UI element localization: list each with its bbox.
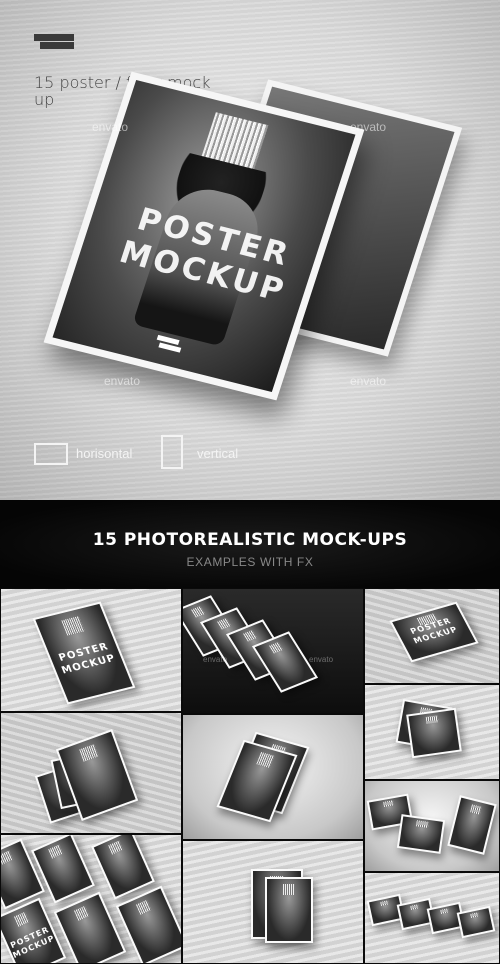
tile-watermark-1: envato bbox=[203, 655, 228, 664]
preview-tile-1: POSTER MOCKUP bbox=[0, 588, 182, 712]
feature-banner: 15 PHOTOREALISTIC MOCK-UPS EXAMPLES WITH… bbox=[0, 500, 500, 588]
preview-tile-7: POSTER MOCKUP bbox=[0, 834, 182, 964]
hero-preview: 15 poster / flyer mock up POSTER MOCKUP … bbox=[0, 0, 500, 500]
preview-tile-10 bbox=[364, 872, 500, 964]
vertical-orientation-icon bbox=[161, 435, 183, 469]
tile-scatter-c bbox=[447, 795, 497, 855]
tile-poster-c bbox=[91, 835, 155, 900]
tile-poster-front bbox=[216, 739, 298, 823]
tile-poster-f bbox=[115, 885, 181, 963]
tile-landscape-poster: POSTER MOCKUP bbox=[389, 601, 479, 663]
preview-tile-3: POSTER MOCKUP bbox=[364, 588, 500, 684]
brand-logo-top-bar bbox=[34, 34, 74, 41]
preview-tile-9 bbox=[364, 780, 500, 872]
tile-standing-poster-2 bbox=[265, 877, 313, 943]
preview-tile-6 bbox=[364, 684, 500, 780]
watermark-3: envato bbox=[104, 374, 141, 388]
horizontal-label: horisontal bbox=[76, 446, 133, 461]
brand-logo-bottom-bar bbox=[40, 42, 74, 49]
tile-poster-d: POSTER MOCKUP bbox=[1, 897, 67, 963]
watermark-1: envato bbox=[92, 120, 129, 134]
preview-tile-4 bbox=[0, 712, 182, 834]
tile-stack-b bbox=[406, 707, 462, 759]
watermark-4: envato bbox=[350, 374, 387, 388]
tile-scatter-b bbox=[396, 814, 446, 854]
preview-tile-5 bbox=[182, 714, 364, 840]
vertical-label: vertical bbox=[197, 446, 239, 461]
preview-tile-8 bbox=[182, 840, 364, 964]
banner-subtitle: EXAMPLES WITH FX bbox=[186, 555, 314, 569]
preview-tile-2: envato envato bbox=[182, 588, 364, 714]
tile-row-d bbox=[456, 905, 496, 939]
tile-poster: POSTER MOCKUP bbox=[32, 601, 136, 705]
horizontal-orientation-icon bbox=[34, 443, 68, 465]
tile-watermark-2: envato bbox=[309, 655, 334, 664]
watermark-2: envato bbox=[350, 120, 387, 134]
tile-poster-e bbox=[53, 891, 127, 963]
banner-title: 15 PHOTOREALISTIC MOCK-UPS bbox=[92, 530, 408, 550]
